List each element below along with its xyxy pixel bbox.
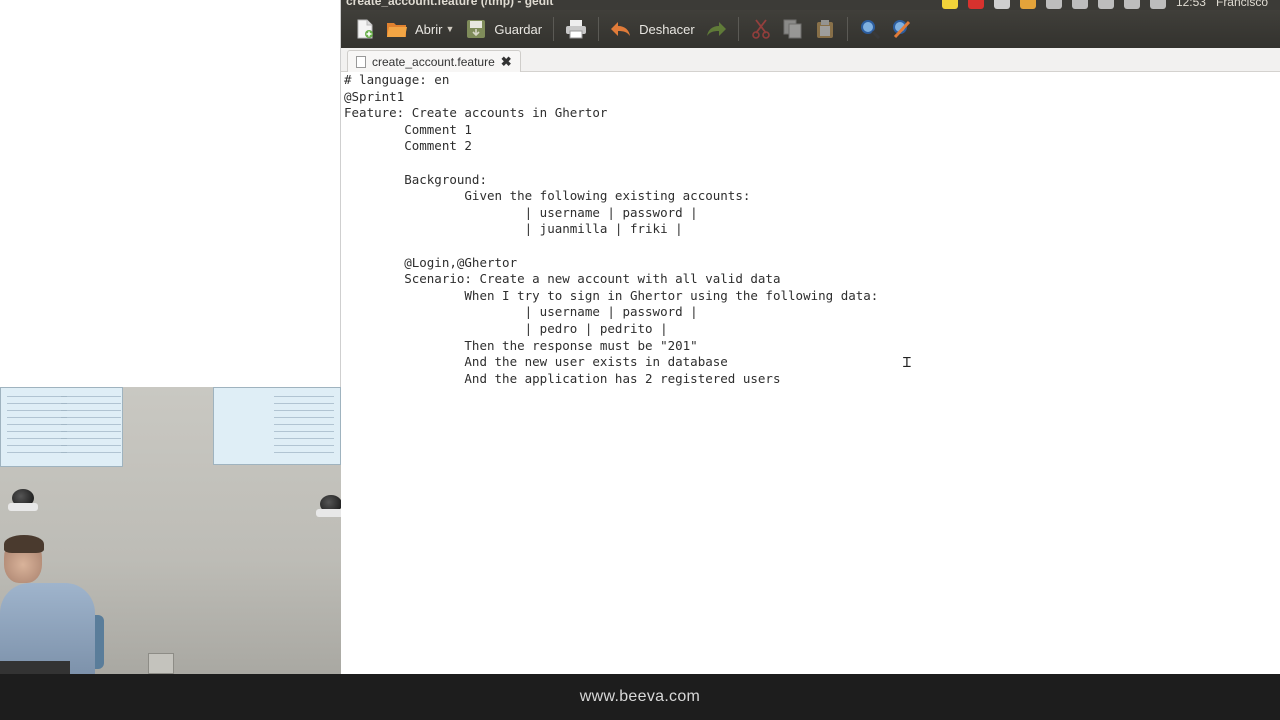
presenter-hair (4, 535, 44, 553)
i-beam-cursor-icon: Ɪ (903, 355, 911, 371)
save-icon (465, 18, 487, 40)
tab-create-account-feature[interactable]: create_account.feature ✖ (347, 50, 521, 72)
code-line[interactable]: Then the response must be "201" (344, 338, 878, 355)
toolbar-separator (737, 17, 739, 41)
copy-icon (782, 18, 804, 40)
open-label: Abrir (415, 21, 443, 37)
blank-area (0, 0, 341, 387)
chrome-icon[interactable] (1019, 0, 1036, 9)
code-line[interactable]: | pedro | pedrito | (344, 321, 878, 338)
toolbar-separator (553, 17, 555, 41)
cut-button[interactable] (745, 14, 777, 44)
redo-arrow-icon (705, 18, 727, 40)
copy-button[interactable] (777, 14, 809, 44)
code-line[interactable]: @Login,@Ghertor (344, 255, 878, 272)
search-button[interactable] (854, 14, 886, 44)
footer-bar: www.beeva.com (0, 674, 1280, 720)
redo-button[interactable] (700, 14, 732, 44)
code-line[interactable]: @Sprint1 (344, 89, 878, 106)
open-dropdown-chevron-icon[interactable]: ▼ (445, 24, 454, 34)
undo-button[interactable]: Deshacer (605, 14, 700, 44)
code-line[interactable]: | username | password | (344, 304, 878, 321)
window-title: create_account.feature (/tmp) - gedit (346, 0, 554, 8)
projection-screen-right (213, 387, 341, 465)
save-label: Guardar (494, 21, 543, 37)
code-line[interactable]: Background: (344, 172, 878, 189)
code-line[interactable]: And the application has 2 registered use… (344, 371, 878, 388)
mail-icon[interactable] (1045, 0, 1062, 9)
tab-bar: create_account.feature ✖ (341, 48, 1280, 72)
new-document-icon (354, 18, 376, 40)
user-menu[interactable]: Francisco (1216, 0, 1268, 9)
toolbar-separator (598, 17, 600, 41)
desk (0, 661, 70, 674)
code-line[interactable]: When I try to sign in Ghertor using the … (344, 288, 878, 305)
battery-icon[interactable] (1071, 0, 1088, 9)
code-content[interactable]: # language: en @Sprint1 Feature: Create ac… (344, 72, 878, 387)
undo-arrow-icon (610, 18, 632, 40)
tab-label: create_account.feature (372, 54, 495, 69)
presenter-camera-feed (0, 387, 341, 674)
record-icon[interactable] (967, 0, 984, 9)
volume-icon[interactable] (1149, 0, 1166, 9)
toolbar: Abrir ▼ Guardar Deshacer (341, 10, 1280, 48)
folder-open-icon (386, 18, 408, 40)
wifi-icon[interactable] (1123, 0, 1140, 9)
new-button[interactable] (349, 14, 381, 44)
save-button[interactable]: Guardar (460, 14, 547, 44)
wall-socket (148, 653, 174, 674)
code-line[interactable]: Given the following existing accounts: (344, 188, 878, 205)
title-bar: create_account.feature (/tmp) - gedit 12… (341, 0, 1280, 10)
code-line[interactable]: Scenario: Create a new account with all … (344, 271, 878, 288)
top-panel: 12:53 Francisco (941, 0, 1280, 10)
undo-label: Deshacer (639, 21, 695, 37)
clock[interactable]: 12:53 (1176, 0, 1206, 9)
scissors-icon (750, 18, 772, 40)
code-line[interactable]: | username | password | (344, 205, 878, 222)
camera-device-icon (316, 495, 341, 517)
footer-url[interactable]: www.beeva.com (580, 688, 700, 706)
close-x-icon[interactable]: ✖ (501, 54, 512, 70)
document-icon (356, 55, 366, 68)
paste-icon (814, 18, 836, 40)
replace-icon (891, 18, 913, 40)
dropbox-icon[interactable] (993, 0, 1010, 9)
open-button[interactable]: Abrir (381, 14, 447, 44)
text-editor[interactable]: # language: en @Sprint1 Feature: Create ac… (341, 72, 1280, 674)
code-line[interactable]: Feature: Create accounts in Ghertor (344, 105, 878, 122)
magnifier-icon (859, 18, 881, 40)
print-button[interactable] (560, 14, 592, 44)
projection-screen-left (0, 387, 123, 467)
code-line[interactable]: Comment 1 (344, 122, 878, 139)
code-line[interactable]: # language: en (344, 72, 878, 89)
code-line[interactable]: And the new user exists in database (344, 354, 878, 371)
code-line[interactable]: Comment 2 (344, 138, 878, 155)
replace-button[interactable] (886, 14, 918, 44)
code-line[interactable] (344, 238, 878, 255)
toolbar-separator (846, 17, 848, 41)
camera-device-icon (8, 489, 38, 511)
code-line[interactable] (344, 155, 878, 172)
indicator-icon[interactable] (941, 0, 958, 9)
bluetooth-icon[interactable] (1097, 0, 1114, 9)
printer-icon (565, 18, 587, 40)
paste-button[interactable] (809, 14, 841, 44)
gedit-window: create_account.feature (/tmp) - gedit 12… (341, 0, 1280, 674)
code-line[interactable]: | juanmilla | friki | (344, 221, 878, 238)
